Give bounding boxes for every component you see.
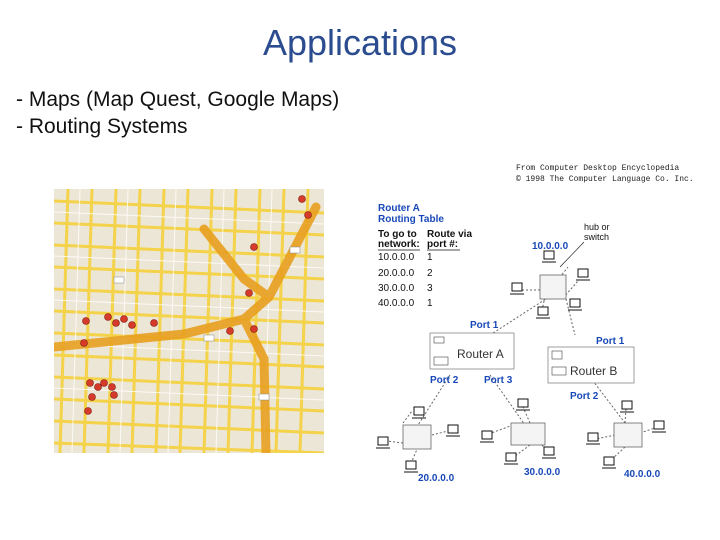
table-row-network: 10.0.0.0 xyxy=(378,252,415,263)
slide-title: Applications xyxy=(262,22,458,63)
computer-icon xyxy=(576,268,590,281)
router-a-label: Router A xyxy=(457,347,504,361)
computer-icon xyxy=(542,446,556,459)
credit-line-1: From Computer Desktop Encyclopedia xyxy=(516,164,680,173)
router-a-table-title: Router A xyxy=(378,203,420,214)
computer-icon xyxy=(542,250,556,263)
table-row-port: 1 xyxy=(427,252,433,263)
computer-icon xyxy=(504,452,518,465)
computer-icon xyxy=(652,420,666,433)
table-row: 10.0.0.0 1 xyxy=(378,252,433,263)
network-label-40: 40.0.0.0 xyxy=(624,469,661,480)
table-row-network: 20.0.0.0 xyxy=(378,268,415,279)
computer-icon xyxy=(510,282,524,295)
routing-table-title: Routing Table xyxy=(378,214,444,225)
router-a-port-1: Port 1 xyxy=(470,320,499,331)
network-label-30: 30.0.0.0 xyxy=(524,467,561,478)
table-row: 30.0.0.0 3 xyxy=(378,283,433,294)
table-row: 20.0.0.0 2 xyxy=(378,268,433,279)
computer-icon xyxy=(586,432,600,445)
network-label-10: 10.0.0.0 xyxy=(532,241,569,252)
credit-line-2: © 1998 The Computer Language Co. Inc. xyxy=(516,175,694,184)
table-row-port: 3 xyxy=(427,283,433,294)
router-a-port-2: Port 2 xyxy=(430,375,459,386)
image-credit: From Computer Desktop Encyclopedia © 199… xyxy=(516,163,694,185)
computer-icon xyxy=(536,306,550,319)
hub-switch-icon xyxy=(539,274,567,300)
router-b-label: Router B xyxy=(570,364,617,378)
table-row-network: 40.0.0.0 xyxy=(378,298,415,309)
table-header-network-2: network: xyxy=(378,239,420,250)
hub-switch-icon xyxy=(402,424,432,450)
table-row-network: 30.0.0.0 xyxy=(378,283,415,294)
bullet-list: - Maps (Map Quest, Google Maps) - Routin… xyxy=(16,86,339,140)
table-row: 40.0.0.0 1 xyxy=(378,298,433,309)
computer-icon xyxy=(516,398,530,411)
street-map-image-icon xyxy=(54,189,324,453)
computer-icon xyxy=(480,430,494,443)
table-row-port: 2 xyxy=(427,268,433,279)
router-b-port-2: Port 2 xyxy=(570,391,599,402)
bullet-routing: - Routing Systems xyxy=(16,115,188,138)
hub-switch-icon xyxy=(510,422,546,446)
hub-label-1: hub or xyxy=(584,222,610,232)
network-label-20: 20.0.0.0 xyxy=(418,473,455,484)
table-row-port: 1 xyxy=(427,298,433,309)
hub-label-2: switch xyxy=(584,232,609,242)
router-a-port-3: Port 3 xyxy=(484,375,513,386)
computer-icon xyxy=(568,298,582,311)
computer-icon xyxy=(404,460,418,473)
hub-switch-icon xyxy=(613,422,643,448)
bullet-maps: - Maps (Map Quest, Google Maps) xyxy=(16,88,340,111)
computer-icon xyxy=(376,436,390,449)
computer-icon xyxy=(620,400,634,413)
computer-icon xyxy=(446,424,460,437)
table-header-port-2: port #: xyxy=(427,239,458,250)
routing-diagram: Router A Routing Table To go to network:… xyxy=(376,203,666,484)
router-b-port-1: Port 1 xyxy=(596,336,625,347)
computer-icon xyxy=(602,456,616,469)
